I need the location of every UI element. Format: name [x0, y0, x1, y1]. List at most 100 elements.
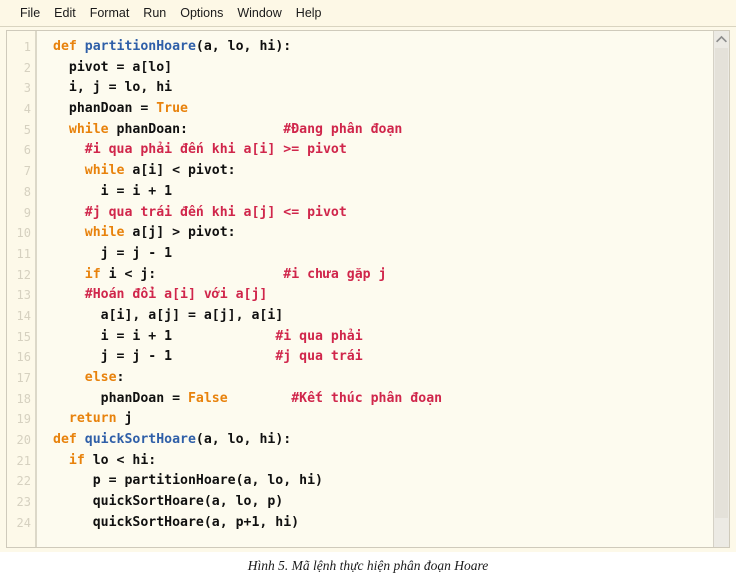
code-line: while a[i] < pivot: — [53, 161, 729, 182]
menu-item-options[interactable]: Options — [173, 4, 230, 22]
idle-editor-window: File Edit Format Run Options Window Help 1 2 3 4 5… — [0, 0, 736, 552]
code-token-kw: False — [187, 390, 228, 406]
code-line: def partitionHoare(a, lo, hi): — [53, 37, 729, 58]
line-number: 10 — [16, 226, 31, 241]
code-line: while a[j] > pivot: — [53, 223, 729, 244]
code-token-plain: p = partitionHoare(a, lo, hi) — [53, 473, 323, 489]
editor-frame: 1 2 3 4 5 6 7 8 9 10 11 12 13 14 15 16 17 18 19 20 21 22 23 24 … — [6, 30, 730, 548]
code-token-plain: i, j = lo, hi — [53, 80, 173, 96]
menu-item-help[interactable]: Help — [289, 4, 329, 22]
menu-item-run[interactable]: Run — [136, 4, 173, 22]
code-token-plain: quickSortHoare(a, p+1, hi) — [53, 514, 300, 530]
line-number: 19 — [16, 412, 31, 427]
code-line: while phanDoan: #Đang phân đoạn — [53, 120, 729, 141]
code-token-plain: i = i + 1 — [53, 183, 173, 199]
code-token-plain: a[i] < pivot: — [124, 163, 236, 179]
code-token-plain: (a, lo, hi): — [195, 432, 292, 448]
code-line: j = j - 1 #j qua trái — [53, 347, 729, 368]
code-text-area[interactable]: def partitionHoare(a, lo, hi): pivot = a… — [37, 31, 729, 547]
code-token-plain: i < j: — [100, 266, 284, 282]
code-token-plain: phanDoan: — [108, 121, 284, 137]
code-token-plain: j = j - 1 — [53, 349, 276, 365]
code-token-plain: quickSortHoare(a, lo, p) — [53, 494, 284, 510]
scroll-up-button[interactable] — [714, 31, 729, 47]
code-line: def quickSortHoare(a, lo, hi): — [53, 430, 729, 451]
code-token-def: quickSortHoare — [84, 432, 196, 448]
code-token-kw: def — [53, 39, 85, 54]
line-number: 21 — [16, 453, 31, 468]
line-number: 9 — [23, 205, 31, 220]
line-number: 5 — [23, 122, 31, 137]
code-token-cmt: #i qua phải — [275, 328, 363, 344]
menu-bar: File Edit Format Run Options Window Help — [0, 0, 736, 27]
code-token-cmt: #Đang phân đoạn — [283, 121, 403, 137]
code-token-kw: else — [84, 370, 117, 385]
code-line: phanDoan = True — [53, 99, 729, 120]
code-token-plain: j = j - 1 — [53, 245, 173, 261]
line-number: 8 — [23, 184, 31, 199]
code-line: i, j = lo, hi — [53, 78, 729, 99]
code-token-kw: while — [68, 121, 109, 137]
chevron-up-icon — [716, 35, 727, 43]
vertical-scrollbar[interactable] — [713, 31, 729, 547]
code-line: quickSortHoare(a, p+1, hi) — [53, 513, 729, 534]
code-token-kw: while — [84, 225, 125, 241]
line-number: 22 — [16, 474, 31, 489]
line-number: 15 — [16, 329, 31, 344]
menu-item-edit[interactable]: Edit — [47, 4, 83, 22]
code-token-kw: def — [53, 432, 85, 448]
line-number: 24 — [16, 515, 31, 530]
code-token-plain: phanDoan = — [53, 101, 157, 117]
code-token-cmt: #j qua trái — [275, 349, 363, 365]
menu-item-window[interactable]: Window — [230, 4, 288, 22]
code-line: #i qua phải đến khi a[i] >= pivot — [53, 140, 729, 161]
line-number: 4 — [23, 102, 31, 117]
line-number: 11 — [16, 246, 31, 261]
code-token-plain: a[i], a[j] = a[j], a[i] — [53, 307, 284, 323]
line-number: 18 — [16, 391, 31, 406]
code-token-plain: phanDoan = — [53, 390, 188, 406]
code-token-plain: i = i + 1 — [53, 328, 276, 344]
code-line: if i < j: #i chưa gặp j — [53, 265, 729, 286]
menu-item-format[interactable]: Format — [83, 4, 137, 22]
line-number: 13 — [16, 288, 31, 303]
line-number: 20 — [16, 433, 31, 448]
code-line: a[i], a[j] = a[j], a[i] — [53, 306, 729, 327]
code-token-kw: if — [84, 266, 101, 282]
line-number: 7 — [23, 164, 31, 179]
line-number: 6 — [23, 143, 31, 158]
line-number: 17 — [16, 371, 31, 385]
code-line: #Hoán đổi a[i] với a[j] — [53, 285, 729, 306]
code-line: i = i + 1 — [53, 182, 729, 203]
code-line: return j — [53, 409, 729, 430]
code-token-plain: j — [116, 411, 133, 427]
line-number: 1 — [23, 40, 31, 54]
line-number: 3 — [23, 81, 31, 96]
line-number: 14 — [16, 308, 31, 323]
code-token-cmt: #Hoán đổi a[i] với a[j] — [84, 287, 268, 303]
menu-item-file[interactable]: File — [13, 4, 47, 22]
code-token-cmt: #i chưa gặp j — [283, 266, 387, 282]
code-token-kw: if — [68, 452, 85, 468]
code-line: if lo < hi: — [53, 451, 729, 472]
code-token-plain: (a, lo, hi): — [195, 39, 292, 54]
code-token-plain: pivot = a[lo] — [53, 59, 173, 75]
code-line: else: — [53, 368, 729, 389]
scrollbar-thumb[interactable] — [715, 48, 728, 518]
code-token-plain: : — [116, 370, 125, 385]
code-token-plain: lo < hi: — [84, 452, 157, 468]
code-line: i = i + 1 #i qua phải — [53, 327, 729, 348]
line-number: 2 — [23, 60, 31, 75]
code-token-kw: return — [68, 411, 117, 427]
